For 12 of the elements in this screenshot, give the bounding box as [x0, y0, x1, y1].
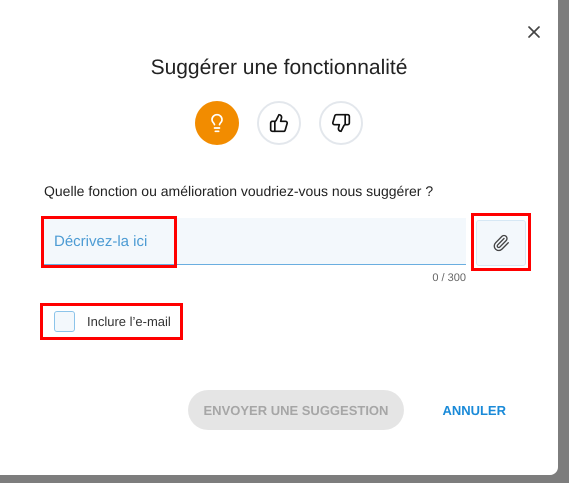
- thumbs-up-icon: [269, 113, 289, 133]
- thumbs-down-icon: [331, 113, 351, 133]
- include-email-checkbox[interactable]: Inclure l’e-mail: [44, 303, 183, 340]
- thumbs-up-button[interactable]: [257, 101, 301, 145]
- thumbs-down-button[interactable]: [319, 101, 363, 145]
- character-counter: 0 / 300: [432, 272, 466, 284]
- cancel-button[interactable]: ANNULER: [442, 402, 506, 418]
- paperclip-icon: [492, 234, 510, 252]
- attach-button[interactable]: [476, 220, 526, 266]
- question-text: Quelle fonction ou amélioration voudriez-vous nous suggérer ?: [44, 183, 434, 199]
- dialog-title: Suggérer une fonctionnalité: [150, 56, 408, 80]
- description-field[interactable]: Décrivez-la ici: [44, 218, 466, 265]
